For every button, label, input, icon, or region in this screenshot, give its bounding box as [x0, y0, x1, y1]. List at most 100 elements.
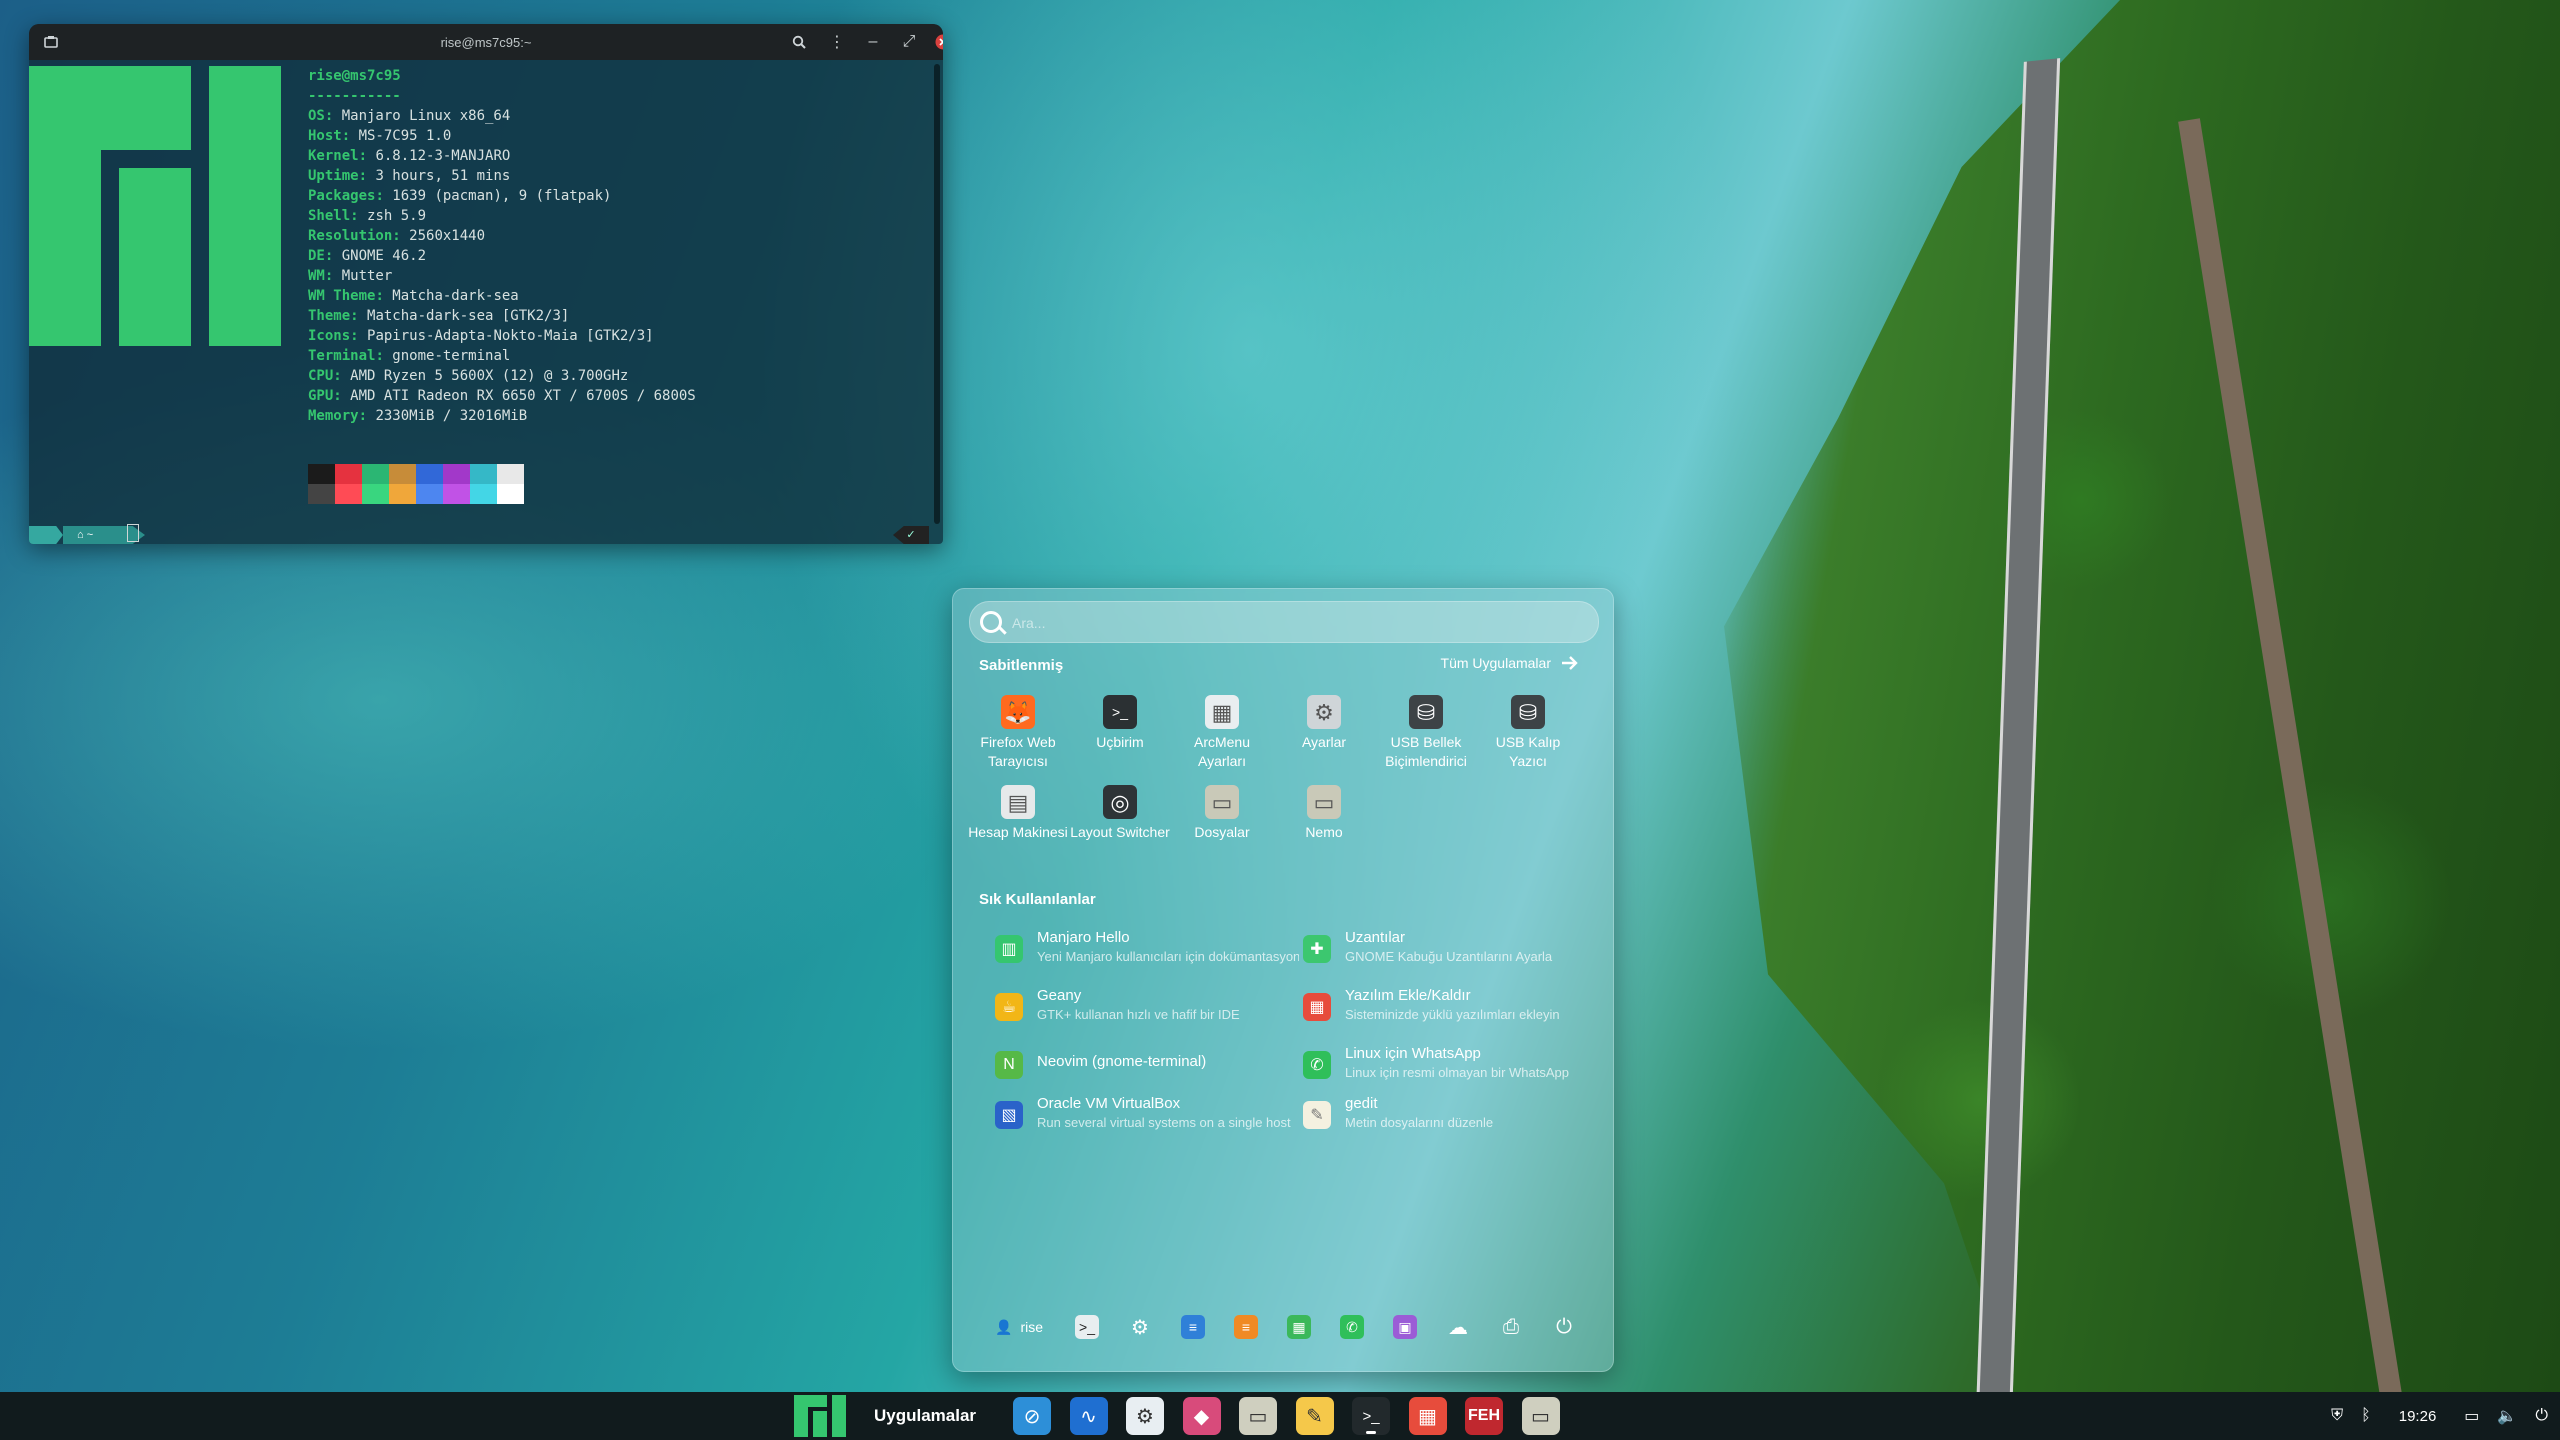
pinned-app[interactable]: ▦ ArcMenu Ayarları [1171, 695, 1273, 783]
taskbar-app[interactable]: ∿ [1067, 1396, 1111, 1436]
taskbar-app[interactable]: ▭ [1519, 1396, 1563, 1436]
terminal-body[interactable]: rise@ms7c95 ----------- OS: Manjaro Linu… [29, 60, 943, 544]
folder-icon: ▭ [1205, 785, 1239, 819]
frequent-app-name: Manjaro Hello [1037, 929, 1130, 946]
terminal-icon: >_ [1075, 1315, 1099, 1339]
taskbar-app[interactable]: ▭ [1236, 1396, 1280, 1436]
info-value: MS-7C95 1.0 [358, 128, 452, 144]
info-separator: ----------- [308, 88, 401, 104]
archive-folder-icon: ▭ [1521, 1397, 1560, 1435]
info-line: Icons: Papirus-Adapta-Nokto-Maia [GTK2/3… [308, 328, 654, 344]
orange-doc-icon: ≡ [1234, 1315, 1258, 1339]
taskbar-app[interactable]: ▦ [1406, 1396, 1450, 1436]
geany-icon: ☕ [995, 993, 1023, 1021]
pinned-app[interactable]: ▭ Dosyalar [1171, 785, 1273, 873]
palette-swatch [335, 464, 362, 484]
info-line: Memory: 2330MiB / 32016MiB [308, 408, 528, 424]
frequent-app[interactable]: ✆ Linux için WhatsApp Linux için resmi olm… [1303, 1043, 1603, 1093]
neofetch-info: rise@ms7c95 ----------- OS: Manjaro Linu… [308, 66, 696, 426]
footer-spreadsheet-button[interactable]: ▦ [1279, 1307, 1319, 1347]
close-icon[interactable] [925, 24, 943, 60]
frequent-app-name: gedit [1345, 1095, 1378, 1112]
minimize-icon[interactable]: – [855, 24, 891, 60]
footer-printer-button[interactable]: ⎙ [1491, 1307, 1531, 1347]
pinned-app[interactable]: ▤ Hesap Makinesi [967, 785, 1069, 873]
arrow-right-icon [1562, 656, 1578, 670]
info-value: zsh 5.9 [367, 208, 427, 224]
footer-terminal-button[interactable]: >_ [1067, 1307, 1107, 1347]
frequent-app-desc: GTK+ kullanan hızlı ve hafif bir IDE [1037, 1007, 1240, 1022]
footer-orange-doc-button[interactable]: ≡ [1226, 1307, 1266, 1347]
pinned-app-label: ArcMenu Ayarları [1193, 734, 1251, 769]
frequent-app[interactable]: ✚ Uzantılar GNOME Kabuğu Uzantılarını Ayar… [1303, 927, 1603, 977]
palette-swatch [416, 464, 443, 484]
shell-prompt[interactable]: ⌂ ~ ✓ [29, 522, 943, 544]
search-input[interactable] [1010, 602, 1574, 644]
maximize-icon[interactable]: ⤢ [891, 24, 927, 60]
system-tray: ⛨ ᛒ 19:26 ▭ 🔈 ⏻ [2331, 1392, 2548, 1440]
frequent-app[interactable]: ▧ Oracle VM VirtualBox Run several virtual… [995, 1093, 1295, 1143]
info-line: DE: GNOME 46.2 [308, 248, 427, 264]
info-value: Manjaro Linux x86_64 [341, 108, 511, 124]
footer-monitor-button[interactable]: ▣ [1385, 1307, 1425, 1347]
taskbar-app[interactable]: FEH [1462, 1396, 1506, 1436]
pinned-app[interactable]: ▭ Nemo [1273, 785, 1375, 873]
taskbar-app[interactable]: ⚙ [1123, 1396, 1167, 1436]
pinned-app[interactable]: >_ Uçbirim [1069, 695, 1171, 783]
palette-swatch [443, 464, 470, 484]
info-line: Kernel: 6.8.12-3-MANJARO [308, 148, 511, 164]
info-line: Packages: 1639 (pacman), 9 (flatpak) [308, 188, 612, 204]
menu-kebab-icon[interactable]: ⋮ [819, 24, 855, 60]
pinned-app[interactable]: ⛁ USB Bellek Biçimlendirici [1375, 695, 1477, 783]
pinned-app[interactable]: ⚙ Ayarlar [1273, 695, 1375, 783]
prompt-os-segment [29, 526, 63, 544]
footer-cloud-button[interactable]: ☁ [1438, 1307, 1478, 1347]
volume-icon[interactable]: 🔈 [2497, 1406, 2517, 1426]
palette-swatch [362, 464, 389, 484]
terminal-window[interactable]: rise@ms7c95:~ ⋮ – ⤢ rise@ms7c95 --------… [29, 24, 943, 544]
terminal-icon: >_ [1352, 1397, 1390, 1435]
taskbar-app[interactable]: >_ [1349, 1396, 1393, 1436]
display-icon[interactable]: ▭ [2464, 1406, 2479, 1426]
manjaro-menu-button[interactable] [790, 1395, 850, 1437]
frequent-app-desc: Yeni Manjaro kullanıcıları için dokümant… [1037, 949, 1299, 964]
info-value: gnome-terminal [392, 348, 511, 364]
taskbar-app[interactable]: ⊘ [1010, 1396, 1054, 1436]
info-value: AMD Ryzen 5 5600X (12) @ 3.700GHz [350, 368, 629, 384]
power-icon[interactable]: ⏻ [2535, 1407, 2548, 1425]
arcmenu-footer: 👤 rise >_ ⚙ ≡ ≡ ▦ ✆ ▣ ☁ ⎙ ⏻ [989, 1307, 1589, 1347]
taskbar-app[interactable]: ✎ [1293, 1396, 1337, 1436]
clock[interactable]: 19:26 [2399, 1408, 2437, 1425]
footer-gear-button[interactable]: ⚙ [1120, 1307, 1160, 1347]
terminal-scrollbar[interactable] [934, 64, 940, 524]
taskbar-app[interactable]: ◆ [1180, 1396, 1224, 1436]
prompt-dir: ~ [86, 529, 94, 541]
info-line: Uptime: 3 hours, 51 mins [308, 168, 511, 184]
footer-document-button[interactable]: ≡ [1173, 1307, 1213, 1347]
frequent-app[interactable]: N Neovim (gnome-terminal) [995, 1043, 1295, 1093]
layout-switcher-icon: ◎ [1103, 785, 1137, 819]
footer-whatsapp-button[interactable]: ✆ [1332, 1307, 1372, 1347]
terminal-titlebar[interactable]: rise@ms7c95:~ ⋮ – ⤢ [29, 24, 943, 60]
frequent-app[interactable]: ✎ gedit Metin dosyalarını düzenle [1303, 1093, 1603, 1143]
applications-label[interactable]: Uygulamalar [874, 1392, 976, 1440]
search-icon[interactable] [781, 24, 817, 60]
manjaro-logo [29, 66, 281, 346]
shield-icon[interactable]: ⛨ [2331, 1407, 2343, 1425]
frequent-app[interactable]: ▥ Manjaro Hello Yeni Manjaro kullanıcıları… [995, 927, 1299, 977]
all-apps-button[interactable]: Tüm Uygulamalar [1441, 655, 1579, 671]
frequent-app[interactable]: ▦ Yazılım Ekle/Kaldır Sisteminizde yüklü y… [1303, 985, 1603, 1035]
color-cube-icon: ◆ [1182, 1397, 1221, 1435]
info-line: GPU: AMD ATI Radeon RX 6650 XT / 6700S /… [308, 388, 696, 404]
user-button[interactable]: 👤 rise [989, 1307, 1049, 1347]
search-box[interactable] [969, 601, 1599, 644]
footer-power-button[interactable]: ⏻ [1544, 1307, 1584, 1347]
pinned-app[interactable]: 🦊 Firefox Web Tarayıcısı [967, 695, 1069, 783]
frequent-app[interactable]: ☕ Geany GTK+ kullanan hızlı ve hafif bir I… [995, 985, 1295, 1035]
pinned-app[interactable]: ⛁ USB Kalıp Yazıcı [1477, 695, 1579, 783]
bluetooth-icon[interactable]: ᛒ [2361, 1407, 2371, 1425]
pinned-app[interactable]: ◎ Layout Switcher [1069, 785, 1171, 873]
info-key: Resolution [308, 228, 393, 244]
info-line: Resolution: 2560x1440 [308, 228, 486, 244]
frequent-app-name: Uzantılar [1345, 929, 1406, 946]
